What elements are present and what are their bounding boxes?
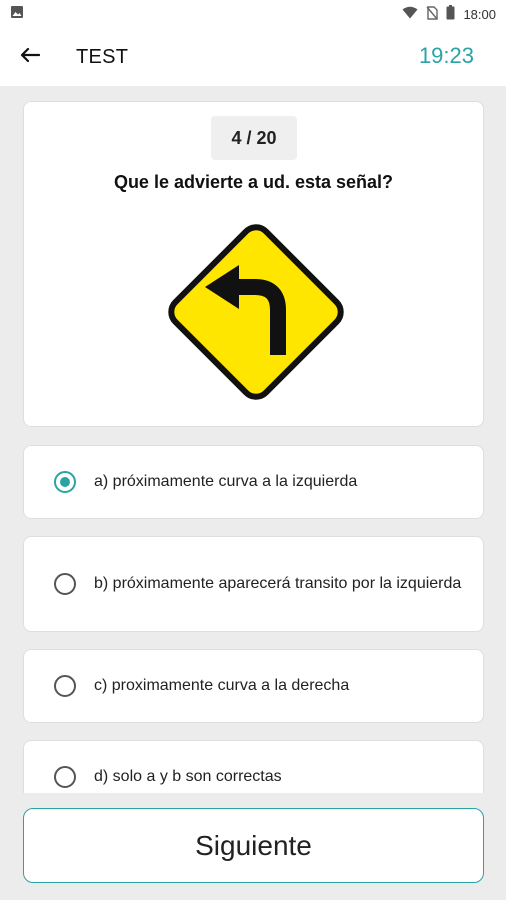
- app-bar: TEST 19:23: [0, 28, 506, 86]
- arrow-left-icon: [20, 47, 41, 68]
- battery-icon: [446, 5, 455, 23]
- option-b[interactable]: b) próximamente aparecerá transito por l…: [23, 536, 484, 632]
- back-button[interactable]: [0, 28, 60, 86]
- countdown-timer: 19:23: [418, 43, 474, 68]
- status-bar-left: [10, 5, 24, 24]
- option-label: b) próximamente aparecerá transito por l…: [94, 575, 462, 592]
- next-button[interactable]: Siguiente: [23, 808, 484, 883]
- page-title: TEST: [76, 45, 129, 68]
- radio-button[interactable]: [54, 675, 76, 697]
- radio-button[interactable]: [54, 766, 76, 788]
- status-time: 18:00: [463, 6, 496, 22]
- curve-left-warning-sign-icon: [159, 215, 353, 409]
- image-icon: [10, 5, 24, 24]
- question-text: Que le advierte a ud. esta señal?: [113, 172, 394, 192]
- question-card: 4 / 20 Que le advierte a ud. esta señal?: [23, 101, 484, 427]
- option-c[interactable]: c) proximamente curva a la derecha: [23, 649, 484, 723]
- option-label: d) solo a y b son correctas: [94, 768, 282, 785]
- radio-button[interactable]: [54, 573, 76, 595]
- wifi-icon: [402, 6, 418, 22]
- no-sim-icon: [426, 5, 439, 23]
- footer: Siguiente: [0, 793, 506, 900]
- status-bar-right: 18:00: [402, 5, 496, 23]
- radio-button-checked[interactable]: [54, 471, 76, 493]
- status-bar: 18:00: [0, 0, 506, 28]
- option-label: c) proximamente curva a la derecha: [94, 677, 350, 694]
- option-label: a) próximamente curva a la izquierda: [94, 473, 358, 490]
- option-a[interactable]: a) próximamente curva a la izquierda: [23, 445, 484, 519]
- question-counter: 4 / 20: [211, 116, 297, 160]
